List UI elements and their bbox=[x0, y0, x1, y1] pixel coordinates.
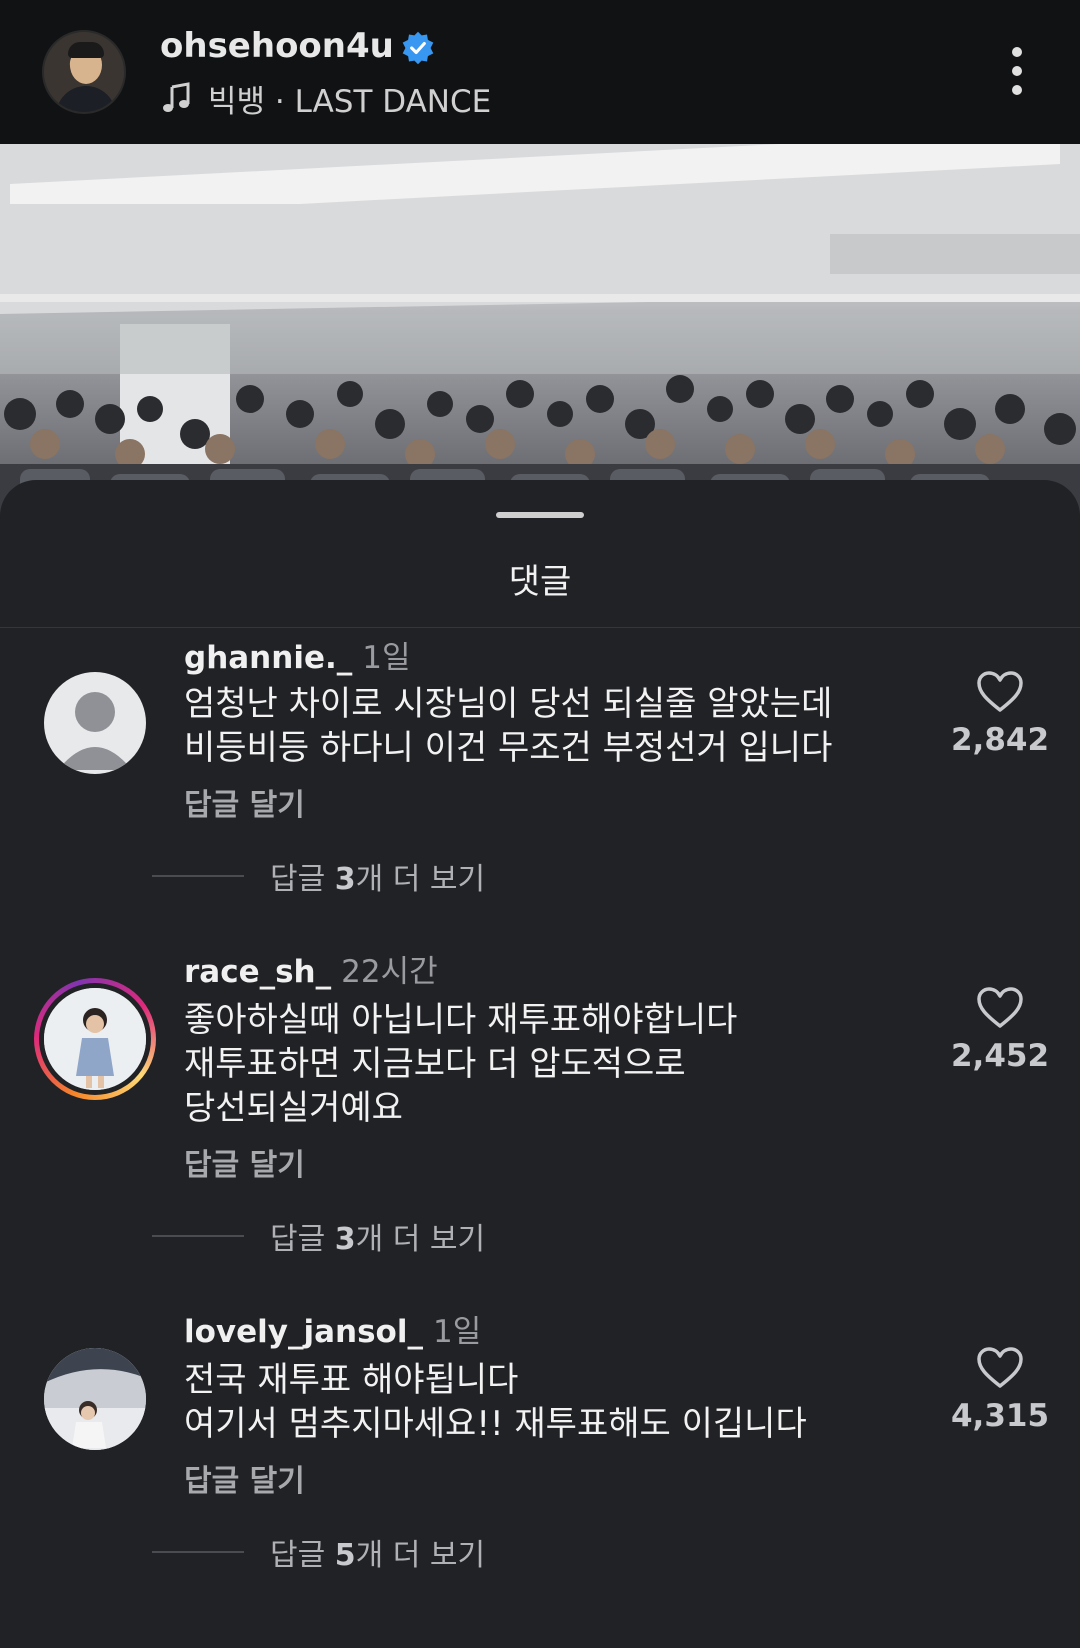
verified-badge-icon bbox=[402, 31, 434, 65]
drag-handle[interactable] bbox=[496, 512, 584, 518]
post-photo[interactable] bbox=[0, 144, 1080, 524]
heart-icon[interactable] bbox=[976, 1346, 1024, 1390]
comment-time: 1일 bbox=[362, 640, 411, 676]
like-count: 2,452 bbox=[950, 1038, 1050, 1074]
comment-text: 좋아하실때 아닙니다 재투표해야합니다 재투표하면 지금보다 더 압도적으로 당… bbox=[184, 1000, 738, 1128]
comment-username[interactable]: race_sh_ bbox=[184, 954, 331, 990]
music-note-icon bbox=[163, 82, 190, 112]
comment-username[interactable]: lovely_jansol_ bbox=[184, 1314, 423, 1350]
person-photo-icon bbox=[44, 1348, 146, 1450]
reply-button[interactable]: 답글 달기 bbox=[184, 1140, 305, 1184]
reply-line bbox=[152, 1551, 244, 1553]
comments-sheet: 댓글 ghannie._ 1일 엄청난 차이로 시장님이 당선 되실줄 알았는데 … bbox=[0, 480, 1080, 1648]
comment-meta: race_sh_ 22시간 bbox=[184, 946, 438, 991]
comments-title: 댓글 bbox=[508, 562, 572, 602]
reply-line bbox=[152, 1235, 244, 1237]
view-more-replies-label: 답글 3개 더 보기 bbox=[270, 862, 486, 897]
profile-avatar[interactable] bbox=[42, 30, 126, 114]
comment-time: 1일 bbox=[432, 1314, 482, 1350]
reply-button[interactable]: 답글 달기 bbox=[184, 1456, 305, 1500]
music-title: 빅뱅 · LAST DANCE bbox=[208, 83, 492, 120]
default-avatar-icon bbox=[58, 692, 132, 770]
reply-button[interactable]: 답글 달기 bbox=[184, 780, 305, 824]
music-info[interactable]: 빅뱅 · LAST DANCE bbox=[160, 78, 492, 120]
view-more-replies-label: 답글 3개 더 보기 bbox=[270, 1222, 486, 1257]
post-header: ohsehoon4u 빅뱅 · LAST DANCE bbox=[0, 0, 1080, 144]
comment-username[interactable]: ghannie._ bbox=[184, 640, 352, 676]
divider bbox=[0, 627, 1080, 628]
reply-line bbox=[152, 875, 244, 877]
like-area[interactable]: 4,315 bbox=[950, 1346, 1050, 1434]
view-more-replies[interactable]: 답글 3개 더 보기 bbox=[152, 854, 485, 898]
view-more-replies[interactable]: 답글 3개 더 보기 bbox=[152, 1214, 485, 1258]
username[interactable]: ohsehoon4u bbox=[160, 26, 394, 66]
like-area[interactable]: 2,842 bbox=[950, 670, 1050, 758]
person-photo-icon bbox=[44, 988, 146, 1090]
comment-text: 엄청난 차이로 시장님이 당선 되실줄 알았는데 비등비등 하다니 이건 무조건… bbox=[184, 684, 833, 768]
comment-time: 22시간 bbox=[341, 954, 438, 990]
commenter-avatar[interactable] bbox=[44, 672, 146, 774]
view-more-replies-label: 답글 5개 더 보기 bbox=[270, 1538, 486, 1573]
crowd-image bbox=[0, 144, 1080, 524]
comment-text: 전국 재투표 해야됩니다 여기서 멈추지마세요!! 재투표해도 이깁니다 bbox=[184, 1360, 807, 1444]
view-more-replies[interactable]: 답글 5개 더 보기 bbox=[152, 1530, 485, 1574]
heart-icon[interactable] bbox=[976, 670, 1024, 714]
like-count: 2,842 bbox=[950, 722, 1050, 758]
like-area[interactable]: 2,452 bbox=[950, 986, 1050, 1074]
more-options-icon[interactable] bbox=[1000, 44, 1034, 98]
like-count: 4,315 bbox=[950, 1398, 1050, 1434]
comment-meta: ghannie._ 1일 bbox=[184, 632, 411, 677]
heart-icon[interactable] bbox=[976, 986, 1024, 1030]
commenter-avatar[interactable] bbox=[44, 1348, 146, 1450]
commenter-avatar-story-ring[interactable] bbox=[34, 978, 156, 1100]
comment-meta: lovely_jansol_ 1일 bbox=[184, 1306, 481, 1351]
